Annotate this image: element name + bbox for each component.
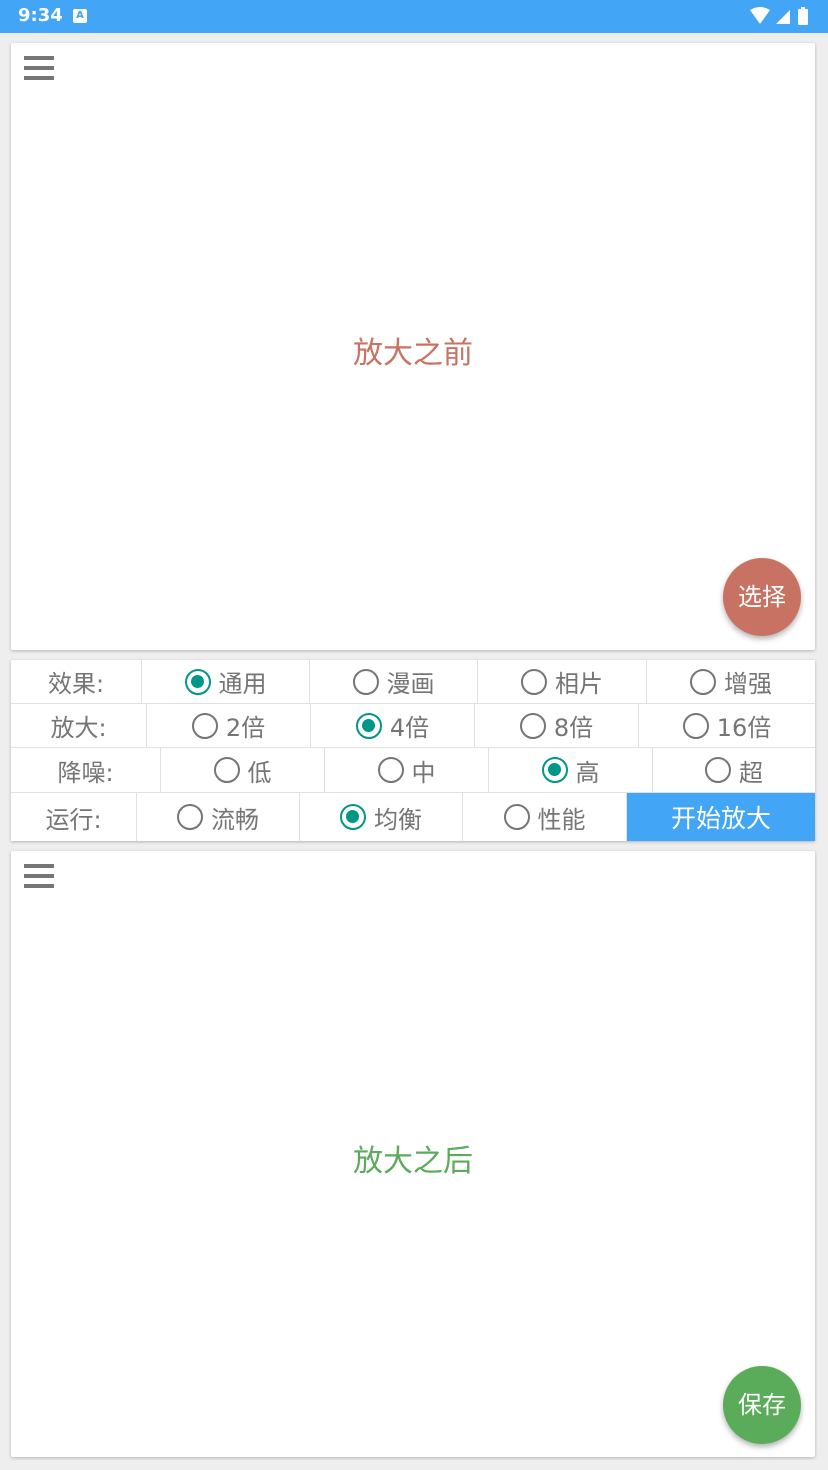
scale-option-2x[interactable]: 2倍	[147, 704, 311, 747]
select-button[interactable]: 选择	[723, 558, 801, 636]
effect-option-comic[interactable]: 漫画	[310, 660, 478, 703]
hamburger-menu-icon[interactable]	[24, 56, 54, 80]
radio-unchecked-icon[interactable]	[690, 668, 716, 695]
run-option-smooth[interactable]: 流畅	[137, 793, 300, 841]
radio-unchecked-icon[interactable]	[682, 712, 709, 739]
before-image-panel[interactable]: 放大之前 选择	[11, 43, 815, 650]
run-label: 运行:	[11, 793, 137, 841]
radio-unchecked-icon[interactable]	[521, 668, 547, 695]
scale-label: 放大:	[11, 704, 147, 747]
radio-checked-icon[interactable]	[355, 712, 382, 739]
denoise-label: 降噪:	[11, 748, 161, 792]
radio-checked-icon[interactable]	[541, 757, 568, 783]
options-panel: 效果: 通用 漫画 相片 增强 放大: 2倍 4倍 8倍 16倍 降噪: 低 中…	[11, 660, 815, 841]
radio-unchecked-icon[interactable]	[377, 757, 404, 783]
after-image-panel[interactable]: 放大之后 保存	[11, 851, 815, 1457]
signal-icon	[776, 10, 790, 24]
radio-unchecked-icon[interactable]	[177, 804, 203, 830]
effect-option-photo[interactable]: 相片	[478, 660, 647, 703]
radio-unchecked-icon[interactable]	[705, 757, 731, 783]
hamburger-menu-icon[interactable]	[24, 864, 54, 888]
scale-option-16x[interactable]: 16倍	[639, 704, 815, 747]
radio-unchecked-icon[interactable]	[352, 668, 379, 695]
effect-label: 效果:	[11, 660, 142, 703]
radio-checked-icon[interactable]	[340, 804, 366, 830]
after-label: 放大之后	[353, 1144, 473, 1179]
denoise-option-ultra[interactable]: 超	[653, 748, 815, 792]
denoise-row: 降噪: 低 中 高 超	[11, 748, 815, 793]
denoise-option-high[interactable]: 高	[489, 748, 653, 792]
status-bar: 9:34 A	[0, 0, 828, 33]
run-option-balanced[interactable]: 均衡	[300, 793, 463, 841]
scale-option-8x[interactable]: 8倍	[475, 704, 639, 747]
scale-option-4x[interactable]: 4倍	[311, 704, 475, 747]
status-time: 9:34	[18, 5, 63, 26]
start-upscale-button[interactable]: 开始放大	[627, 793, 815, 841]
run-option-performance[interactable]: 性能	[463, 793, 627, 841]
battery-icon	[798, 9, 808, 25]
run-row: 运行: 流畅 均衡 性能 开始放大	[11, 793, 815, 841]
save-button[interactable]: 保存	[723, 1366, 801, 1444]
effect-option-enhance[interactable]: 增强	[647, 660, 815, 703]
radio-checked-icon[interactable]	[184, 668, 211, 695]
radio-unchecked-icon[interactable]	[519, 712, 546, 739]
wifi-icon	[750, 7, 770, 24]
before-label: 放大之前	[353, 336, 473, 371]
system-status-icons	[750, 7, 808, 25]
radio-unchecked-icon[interactable]	[503, 804, 530, 830]
radio-unchecked-icon[interactable]	[213, 757, 240, 783]
notification-a-icon: A	[73, 9, 87, 23]
effect-option-general[interactable]: 通用	[142, 660, 310, 703]
effect-row: 效果: 通用 漫画 相片 增强	[11, 660, 815, 704]
denoise-option-low[interactable]: 低	[161, 748, 325, 792]
radio-unchecked-icon[interactable]	[191, 712, 218, 739]
scale-row: 放大: 2倍 4倍 8倍 16倍	[11, 704, 815, 748]
denoise-option-medium[interactable]: 中	[325, 748, 489, 792]
